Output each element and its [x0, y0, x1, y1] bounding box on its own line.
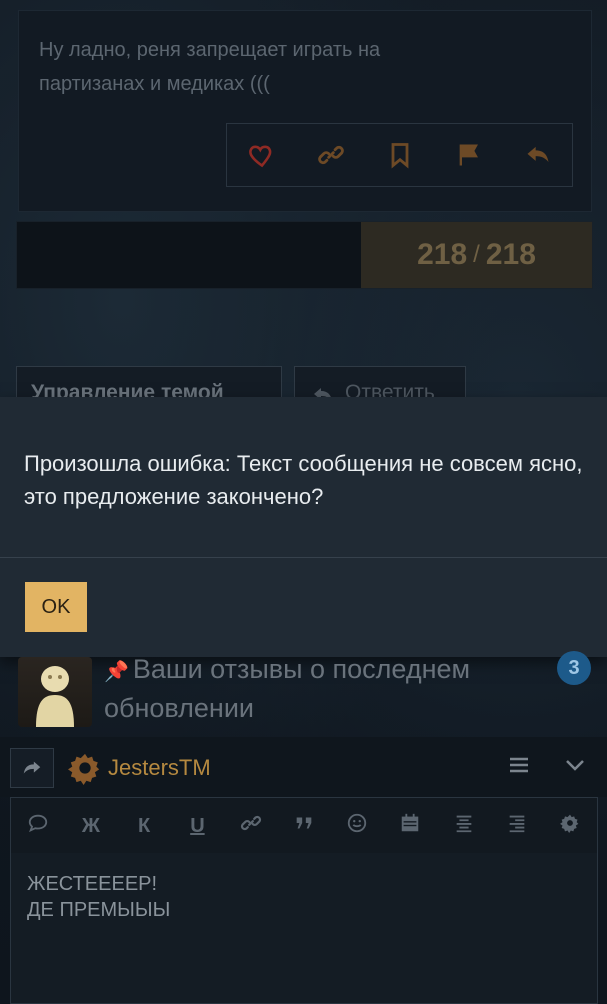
- italic-button[interactable]: К: [129, 815, 159, 838]
- thread-title-text: Ваши отзывы о последнем обновлении: [104, 654, 471, 723]
- bold-button[interactable]: Ж: [76, 815, 106, 838]
- link-icon[interactable]: [236, 812, 266, 840]
- reply-icon[interactable]: [524, 141, 552, 169]
- align-center-icon[interactable]: [449, 812, 479, 840]
- username: JestersTM: [108, 755, 211, 780]
- post-actions: [226, 123, 573, 187]
- underline-button[interactable]: U: [182, 815, 212, 838]
- menu-icon[interactable]: [507, 753, 531, 777]
- user-info[interactable]: JestersTM: [68, 751, 211, 785]
- chevron-down-icon[interactable]: [563, 753, 587, 777]
- post-text: Ну ладно, реня запрещает играть на парти…: [39, 33, 559, 101]
- bookmark-icon[interactable]: [386, 141, 414, 169]
- align-right-icon[interactable]: [502, 812, 532, 840]
- pagination-bar: 218 / 218: [16, 221, 593, 289]
- editor-text-line: ДЕ ПРЕМЫЫЫ: [27, 899, 171, 921]
- pin-icon: 📌: [104, 661, 129, 683]
- flag-icon[interactable]: [455, 141, 483, 169]
- formatting-toolbar: Ж К U: [10, 797, 598, 855]
- current-page: 218: [417, 238, 468, 271]
- total-pages: 218: [485, 238, 536, 271]
- post-card: Ну ладно, реня запрещает играть на парти…: [18, 10, 592, 212]
- smile-icon[interactable]: [342, 812, 372, 840]
- share-icon: [23, 761, 41, 774]
- comment-icon[interactable]: [23, 812, 53, 840]
- thread-thumbnail: [18, 657, 92, 727]
- gear-wrench-icon: [68, 753, 100, 785]
- dialog-divider: [0, 557, 607, 558]
- editor-header-controls: [507, 753, 587, 777]
- editor-header: JestersTM: [0, 737, 607, 797]
- underline-label: U: [190, 814, 205, 837]
- post-text-line: партизанах и медиках (((: [39, 73, 270, 95]
- editor-text-line: ЖЕСТЕЕЕЕР!: [27, 873, 158, 895]
- ok-button[interactable]: OK: [25, 582, 87, 632]
- page-counter[interactable]: 218 / 218: [361, 222, 592, 288]
- link-icon[interactable]: [317, 141, 345, 169]
- error-dialog: Произошла ошибка: Текст сообщения не сов…: [0, 397, 607, 657]
- message-editor[interactable]: ЖЕСТЕЕЕЕР! ДЕ ПРЕМЫЫЫ: [10, 853, 598, 1004]
- heart-icon[interactable]: [248, 141, 276, 169]
- post-text-line: Ну ладно, реня запрещает играть на: [39, 39, 381, 61]
- unread-badge: 3: [557, 651, 591, 685]
- gear-icon[interactable]: [555, 813, 585, 839]
- quote-icon[interactable]: [289, 812, 319, 840]
- thread-list-item[interactable]: 📌 Ваши отзывы о последнем обновлении 3: [0, 651, 607, 737]
- thread-title[interactable]: 📌 Ваши отзывы о последнем обновлении: [104, 651, 544, 726]
- share-button[interactable]: [10, 748, 54, 788]
- calendar-icon[interactable]: [395, 812, 425, 840]
- page-separator: /: [473, 241, 480, 268]
- error-message: Произошла ошибка: Текст сообщения не сов…: [24, 451, 583, 509]
